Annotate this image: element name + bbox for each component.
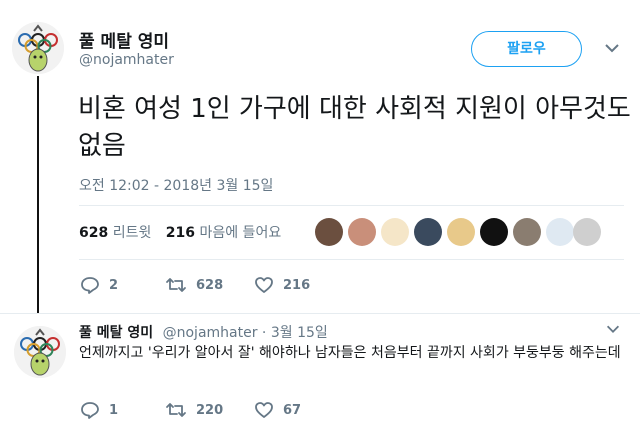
like-stat[interactable]: 216 마음에 들어요	[166, 222, 281, 242]
heart-icon	[255, 277, 273, 293]
reply-count: 2	[109, 277, 119, 293]
liker-avatar[interactable]	[480, 218, 508, 246]
avatar[interactable]	[12, 22, 64, 74]
divider	[79, 259, 624, 260]
retweet-action-count: 628	[196, 277, 224, 293]
chevron-down-icon[interactable]	[602, 38, 622, 58]
like-count: 216	[165, 225, 196, 241]
reply-avatar[interactable]	[14, 326, 66, 378]
divider	[0, 313, 640, 314]
reply-button[interactable]: 2	[80, 275, 118, 295]
reply-text: 언제까지고 '우리가 알아서 잘' 해야하나 남자들은 처음부터 끝까지 사회가…	[79, 345, 621, 361]
author-handle[interactable]: @nojamhater	[79, 52, 174, 68]
reply-header: 풀 메탈 영미 @nojamhater · 3월 15일	[79, 322, 328, 342]
like-button[interactable]: 216	[254, 275, 310, 295]
retweet-icon	[166, 403, 186, 417]
reply-icon	[81, 277, 99, 294]
retweet-icon	[166, 278, 186, 292]
reply-author-handle[interactable]: @nojamhater	[163, 325, 258, 341]
reply-like-count: 67	[283, 402, 302, 418]
reply-retweet-count: 220	[196, 402, 224, 418]
chevron-down-icon[interactable]	[604, 320, 622, 342]
retweet-count: 628	[79, 225, 109, 241]
follow-button[interactable]: 팔로우	[471, 31, 582, 67]
tweet-text: 비혼 여성 1인 가구에 대한 사회적 지원이 아무것도 없음	[78, 94, 631, 161]
tweet-timestamp[interactable]: 오전 12:02 - 2018년 3월 15일	[79, 175, 273, 195]
like-label: 마음에 들어요	[199, 225, 282, 241]
liker-avatar[interactable]	[315, 218, 343, 246]
tweet-stats: 628 리트윗 216 마음에 들어요	[79, 222, 291, 242]
thread-line	[37, 76, 39, 314]
reply-retweet-button[interactable]: 220	[165, 400, 223, 420]
reply-like-button[interactable]: 67	[254, 400, 301, 420]
retweet-label: 리트윗	[112, 225, 152, 241]
reply-separator: ·	[261, 325, 267, 341]
liker-avatar[interactable]	[573, 218, 601, 246]
liker-avatar[interactable]	[348, 218, 376, 246]
author-name[interactable]: 풀 메탈 영미	[79, 27, 169, 52]
heart-icon	[255, 402, 273, 418]
reply-icon	[81, 402, 99, 419]
like-action-count: 216	[283, 277, 311, 293]
divider	[79, 205, 624, 206]
retweet-button[interactable]: 628	[165, 275, 223, 295]
reply-reply-button[interactable]: 1	[80, 400, 118, 420]
liker-avatar[interactable]	[546, 218, 574, 246]
liker-avatar[interactable]	[414, 218, 442, 246]
reply-reply-count: 1	[109, 402, 119, 418]
reply-author-name[interactable]: 풀 메탈 영미	[79, 325, 153, 341]
retweet-stat[interactable]: 628 리트윗	[79, 222, 151, 242]
reply-date[interactable]: 3월 15일	[271, 325, 328, 341]
liker-avatar[interactable]	[381, 218, 409, 246]
liker-avatar[interactable]	[513, 218, 541, 246]
liker-avatar[interactable]	[447, 218, 475, 246]
